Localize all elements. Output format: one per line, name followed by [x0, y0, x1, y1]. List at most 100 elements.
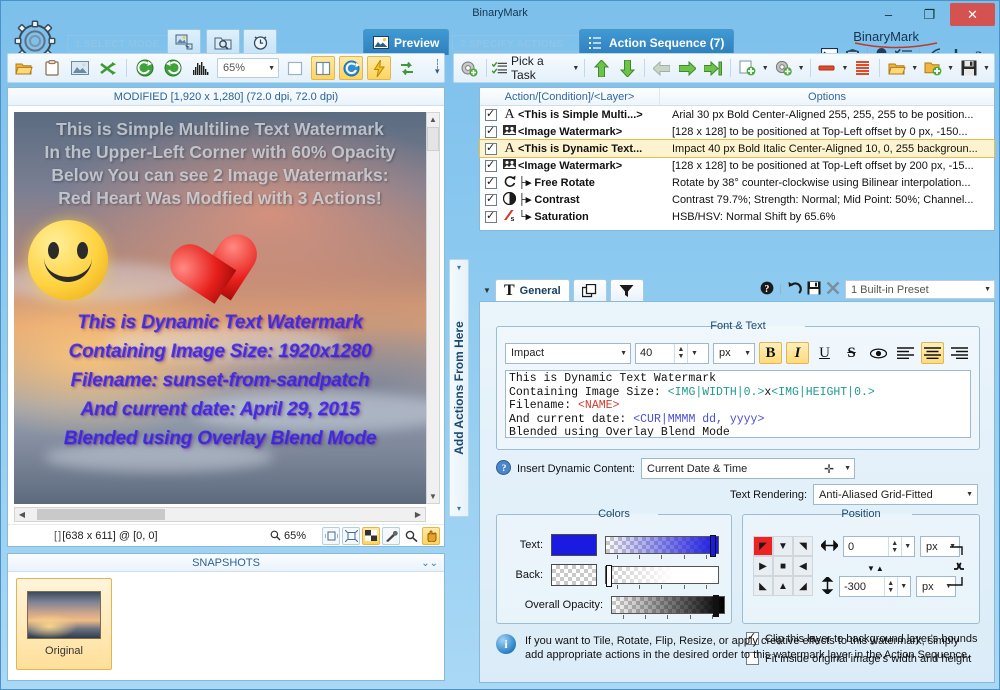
move-down-icon[interactable] [616, 56, 639, 80]
forward-icon[interactable] [161, 56, 185, 80]
chevron-down-icon[interactable]: ▼ [947, 65, 954, 72]
anchor-top-left[interactable]: ◤ [753, 536, 773, 556]
watermark-text-input[interactable]: This is Dynamic Text Watermark Containing… [505, 370, 971, 438]
magnifier-icon[interactable] [402, 527, 420, 545]
scroll-right-icon[interactable]: ▶ [411, 508, 425, 521]
preset-select[interactable]: 1 Built-in Preset ▼ [845, 280, 995, 299]
plus-icon[interactable]: ✛ [824, 462, 834, 476]
delete-icon[interactable] [826, 281, 840, 298]
align-right-icon[interactable] [948, 342, 971, 364]
text-rendering-select[interactable]: Anti-Aliased Grid-Fitted ▼ [813, 484, 978, 505]
chevron-down-icon[interactable]: ▼ [687, 343, 701, 363]
refresh-sequence-icon[interactable] [921, 56, 944, 80]
mode-button-batch-images[interactable] [167, 29, 201, 55]
chevron-down-icon[interactable]: ▼ [798, 65, 805, 72]
scroll-up-icon[interactable]: ▲ [427, 113, 439, 126]
tab-filter[interactable] [609, 279, 644, 301]
anchor-middle-right[interactable]: ◀ [793, 556, 813, 576]
list-icon[interactable] [851, 56, 874, 80]
image-icon[interactable] [68, 56, 92, 80]
row-checkbox[interactable] [485, 158, 497, 172]
eyedropper-icon[interactable] [382, 526, 400, 545]
chevron-down-icon[interactable]: ▼ [983, 65, 990, 72]
nav-right-icon[interactable] [676, 56, 699, 80]
font-size-input[interactable] [636, 346, 674, 360]
move-up-icon[interactable] [590, 56, 613, 80]
chevron-down-icon[interactable]: ▼ [841, 65, 848, 72]
table-row[interactable]: <Image Watermark> [128 x 128] to be posit… [480, 123, 994, 140]
nav-end-icon[interactable] [702, 56, 725, 80]
y-offset-spinner[interactable]: ▲▼ ▼ [839, 576, 911, 597]
snapshot-item-original[interactable]: Original [16, 578, 112, 670]
text-color-slider[interactable] [605, 535, 719, 559]
compare-icon[interactable] [395, 56, 419, 80]
strikethrough-button[interactable]: S [840, 342, 863, 364]
font-family-select[interactable]: Impact ▼ [505, 342, 631, 364]
underline-button[interactable]: U [813, 342, 836, 364]
refresh-icon[interactable] [339, 56, 363, 80]
column-header-action[interactable]: Action/[Condition]/<Layer> [480, 88, 660, 105]
scroll-thumb[interactable] [37, 509, 165, 520]
chevron-down-icon[interactable]: ▼ [911, 65, 918, 72]
back-color-swatch[interactable] [551, 564, 597, 586]
scroll-left-icon[interactable]: ◀ [15, 508, 29, 521]
row-checkbox[interactable] [485, 124, 497, 138]
clipboard-icon[interactable] [40, 56, 64, 80]
chevron-down-icon[interactable]: ▼ [762, 65, 769, 72]
remove-icon[interactable] [816, 56, 839, 80]
spinner-arrows-icon[interactable]: ▲ ▼ [674, 343, 687, 363]
flash-icon[interactable] [367, 56, 391, 80]
spinner-arrows-icon[interactable]: ▲ ▼ [884, 577, 897, 596]
open-folder-icon[interactable] [12, 56, 36, 80]
outline-eye-icon[interactable] [867, 342, 890, 364]
chevron-down-icon[interactable]: ▾ [457, 504, 461, 513]
y-offset-input[interactable] [840, 579, 884, 594]
scroll-thumb[interactable] [427, 127, 439, 151]
save-icon[interactable] [807, 281, 821, 298]
shuffle-icon[interactable] [96, 56, 120, 80]
link-axes-button[interactable] [947, 540, 971, 592]
anchor-top-right[interactable]: ◥ [793, 536, 813, 556]
align-left-icon[interactable] [894, 342, 917, 364]
pan-hand-icon[interactable] [422, 526, 440, 545]
add-layer-icon[interactable] [772, 56, 795, 80]
bold-button[interactable]: B [759, 342, 782, 364]
info-circle-icon[interactable]: ? [496, 459, 511, 478]
toolbar-overflow-button[interactable]: ┆ ▾ [435, 60, 440, 76]
font-size-spinner[interactable]: ▲▼ ▼ [635, 342, 709, 364]
mode-button-folder-watch[interactable] [206, 29, 240, 55]
settings-gear-icon[interactable] [458, 56, 481, 80]
open-sequence-icon[interactable] [885, 56, 908, 80]
row-checkbox[interactable] [485, 141, 497, 155]
back-icon[interactable] [133, 56, 157, 80]
spinner-arrows-icon[interactable]: ▲ ▼ [888, 537, 901, 556]
row-checkbox[interactable] [485, 107, 497, 121]
fit-selection-icon[interactable] [322, 526, 340, 545]
mode-button-scheduler[interactable] [243, 29, 277, 55]
tab-preview[interactable]: Preview [363, 29, 450, 62]
preview-vertical-scrollbar[interactable]: ▲ ▼ [426, 112, 440, 504]
x-offset-spinner[interactable]: ▲▼ ▼ [843, 536, 915, 557]
chevron-down-icon[interactable]: ▼ [479, 286, 495, 301]
back-color-slider[interactable] [605, 565, 719, 589]
add-action-icon[interactable] [736, 56, 759, 80]
anchor-middle-left[interactable]: ▶ [753, 556, 773, 576]
insert-dynamic-content-select[interactable]: Current Date & Time ✛ ▼ [641, 458, 855, 479]
table-row[interactable]: <Image Watermark> [128 x 128] to be posit… [480, 157, 994, 174]
tab-general[interactable]: T General [495, 279, 570, 301]
transparency-icon[interactable] [362, 526, 380, 545]
tab-action-sequence[interactable]: Action Sequence (7) [579, 29, 735, 62]
swap-axis-icon[interactable]: ▼▲ [867, 564, 885, 573]
table-row[interactable]: ├▸ Free Rotate Rotate by 38° counter-cloc… [480, 174, 994, 191]
row-checkbox[interactable] [485, 209, 497, 223]
fit-image-icon[interactable] [342, 526, 360, 545]
table-row[interactable]: s└▸ Saturation HSB/HSV: Normal Shift by 6… [480, 208, 994, 225]
nav-left-icon[interactable] [650, 56, 673, 80]
slider-handle[interactable] [606, 565, 612, 587]
undo-icon[interactable] [787, 281, 802, 298]
anchor-bottom-left[interactable]: ◣ [753, 576, 773, 596]
zoom-select[interactable]: 65% ▼ [217, 58, 279, 78]
column-header-options[interactable]: Options [660, 88, 994, 105]
pick-a-task-button[interactable]: Pick a Task ▼ [491, 54, 579, 82]
anchor-bottom-right[interactable]: ◢ [793, 576, 813, 596]
